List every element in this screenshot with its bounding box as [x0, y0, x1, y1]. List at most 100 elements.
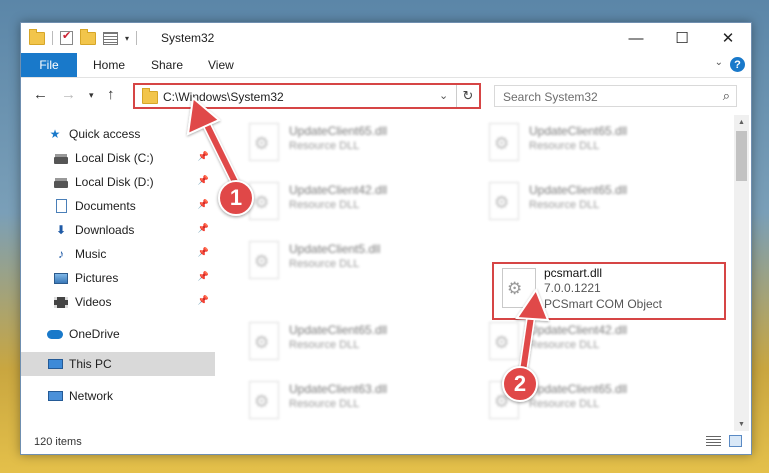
tab-home[interactable]: Home	[93, 53, 125, 77]
large-icons-view-icon[interactable]	[729, 435, 742, 447]
drive-icon-wrap	[53, 150, 69, 166]
sidebar-item-label: Local Disk (C:)	[75, 151, 154, 165]
sidebar-item-music[interactable]: ♪ Music 📌	[21, 242, 215, 266]
file-tile[interactable]: UpdateClient65.dll Resource DLL	[239, 119, 469, 167]
tab-share[interactable]: Share	[151, 53, 183, 77]
customize-icon[interactable]	[103, 31, 118, 45]
up-icon[interactable]: ↑	[107, 86, 115, 103]
file-tile[interactable]: UpdateClient42.dll Resource DLL	[239, 178, 469, 226]
file-name: UpdateClient5.dll	[289, 242, 381, 256]
file-type: Resource DLL	[289, 258, 360, 270]
pictures-icon-wrap	[53, 270, 69, 286]
search-input[interactable]: Search System32 ⌕	[494, 85, 737, 107]
file-name: UpdateClient42.dll	[289, 183, 388, 197]
step-1-badge: 1	[218, 180, 254, 216]
vertical-scrollbar[interactable]: ▲ ▼	[734, 115, 749, 431]
file-name: UpdateClient65.dll	[289, 124, 388, 138]
downloads-icon: ⬇	[55, 223, 67, 237]
address-dropdown-icon[interactable]: ⌄	[439, 89, 448, 102]
sidebar-item-label: OneDrive	[69, 327, 120, 341]
sidebar-item-this-pc[interactable]: This PC	[21, 352, 215, 376]
sidebar-item-local-disk-d[interactable]: Local Disk (D:) 📌	[21, 170, 215, 194]
music-icon: ♪	[58, 247, 64, 261]
computer-icon	[47, 359, 63, 369]
sidebar-item-network[interactable]: Network	[21, 384, 215, 408]
file-name: UpdateClient63.dll	[289, 382, 388, 396]
sidebar-item-label: Pictures	[75, 271, 119, 285]
status-bar: 120 items	[21, 431, 751, 454]
sidebar-item-videos[interactable]: Videos 📌	[21, 290, 215, 314]
navigation-pane: ★ Quick access Local Disk (C:) 📌 Local D…	[21, 115, 217, 431]
file-type: Resource DLL	[289, 398, 360, 410]
file-tile-pcsmart-dll[interactable]: pcsmart.dll 7.0.0.1221 PCSmart COM Objec…	[492, 262, 726, 320]
pin-icon: 📌	[197, 295, 209, 305]
file-name: pcsmart.dll	[544, 266, 603, 280]
refresh-icon[interactable]: ↻	[456, 85, 479, 107]
tab-view[interactable]: View	[208, 53, 234, 77]
recent-locations-icon[interactable]: ▾	[89, 90, 94, 101]
this-pc-icon-wrap	[47, 356, 63, 372]
maximize-button[interactable]: ☐	[659, 23, 705, 53]
drive-icon	[54, 153, 68, 164]
file-tile[interactable]: UpdateClient65.dll Resource DLL	[239, 318, 469, 366]
close-button[interactable]: ✕	[705, 23, 751, 53]
onedrive-icon	[47, 329, 63, 339]
star-icon: ★	[49, 127, 61, 141]
file-name: UpdateClient65.dll	[529, 183, 628, 197]
videos-icon-wrap	[53, 294, 69, 310]
sidebar-item-label: Videos	[75, 295, 112, 309]
address-bar[interactable]: C:\Windows\System32 ⌄ ↻	[133, 83, 481, 109]
search-icon[interactable]: ⌕	[723, 88, 730, 104]
dll-file-icon	[502, 268, 536, 308]
dll-file-icon	[249, 241, 279, 279]
scroll-up-icon[interactable]: ▲	[734, 115, 749, 129]
scroll-thumb[interactable]	[736, 131, 747, 181]
file-type: Resource DLL	[529, 140, 600, 152]
expand-ribbon-icon[interactable]: ⌄	[715, 57, 723, 68]
dll-file-icon	[489, 182, 519, 220]
tab-file[interactable]: File	[21, 53, 77, 77]
details-view-icon[interactable]	[706, 436, 721, 447]
address-row: ← → ▾ ↑ C:\Windows\System32 ⌄ ↻ Search S…	[21, 78, 751, 114]
drive-icon-wrap	[53, 174, 69, 190]
file-version: 7.0.0.1221	[544, 281, 601, 295]
file-tile[interactable]: UpdateClient5.dll Resource DLL	[239, 237, 469, 285]
sidebar-item-label: Local Disk (D:)	[75, 175, 154, 189]
qa-dropdown-icon[interactable]: ▾	[125, 34, 129, 43]
dll-file-icon	[489, 123, 519, 161]
file-type: Resource DLL	[529, 398, 600, 410]
dll-file-icon	[249, 322, 279, 360]
file-list: UpdateClient65.dll Resource DLL UpdateCl…	[229, 115, 731, 431]
step-2-badge: 2	[502, 366, 538, 402]
back-icon[interactable]: ←	[33, 86, 48, 103]
sidebar-item-pictures[interactable]: Pictures 📌	[21, 266, 215, 290]
file-tile[interactable]: UpdateClient65.dll Resource DLL	[479, 178, 709, 226]
sidebar-item-quick-access[interactable]: ★ Quick access	[21, 122, 215, 146]
toolbar-separator	[136, 31, 138, 45]
sidebar-item-documents[interactable]: Documents 📌	[21, 194, 215, 218]
minimize-button[interactable]: —	[613, 23, 659, 53]
file-tile[interactable]: UpdateClient65.dll Resource DLL	[479, 119, 709, 167]
sidebar-item-local-disk-c[interactable]: Local Disk (C:) 📌	[21, 146, 215, 170]
pin-icon: 📌	[197, 151, 209, 161]
file-type: Resource DLL	[289, 339, 360, 351]
address-path[interactable]: C:\Windows\System32	[163, 90, 284, 104]
sidebar-item-label: Documents	[75, 199, 136, 213]
properties-check-icon[interactable]	[60, 29, 73, 45]
drive-icon	[54, 177, 68, 188]
sidebar-item-onedrive[interactable]: OneDrive	[21, 322, 215, 346]
scroll-down-icon[interactable]: ▼	[734, 417, 749, 431]
file-name: UpdateClient65.dll	[529, 124, 628, 138]
file-tile[interactable]: UpdateClient63.dll Resource DLL	[239, 377, 469, 425]
videos-icon	[54, 296, 68, 308]
sidebar-item-downloads[interactable]: ⬇ Downloads 📌	[21, 218, 215, 242]
network-icon-wrap	[47, 388, 63, 404]
pin-icon: 📌	[197, 175, 209, 185]
help-icon[interactable]: ?	[730, 57, 745, 72]
pin-icon: 📌	[197, 223, 209, 233]
pin-icon: 📌	[197, 271, 209, 281]
file-tile[interactable]: UpdateClient42.dll Resource DLL	[479, 318, 709, 366]
forward-icon[interactable]: →	[61, 86, 76, 103]
dll-file-icon	[249, 123, 279, 161]
new-folder-icon[interactable]	[80, 28, 96, 45]
